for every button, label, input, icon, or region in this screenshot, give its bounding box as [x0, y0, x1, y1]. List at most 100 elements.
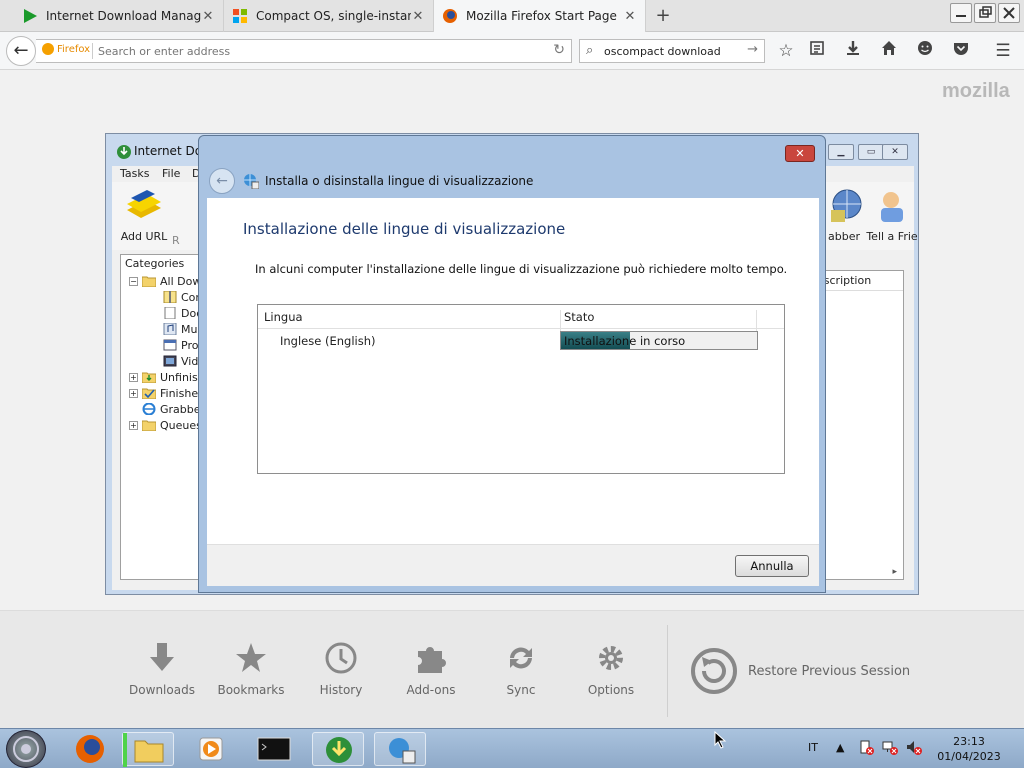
- clock-date: 01/04/2023: [937, 750, 1001, 763]
- reload-icon[interactable]: ↻: [553, 42, 565, 58]
- restore-session-icon: [691, 648, 737, 694]
- tell-a-friend-button[interactable]: Tell a Frie: [864, 186, 920, 243]
- hamburger-menu-icon[interactable]: ☰: [992, 40, 1014, 62]
- firefox-icon: [443, 9, 457, 23]
- launcher-options[interactable]: Options: [571, 641, 651, 697]
- bookmarks-list-icon[interactable]: [806, 40, 828, 62]
- tab-idm[interactable]: Internet Download Manage... ✕: [14, 0, 224, 32]
- tree-label: Finishe: [160, 386, 199, 400]
- restore-icon: [979, 6, 992, 18]
- ie-icon: [142, 403, 156, 415]
- tree-item-grabber[interactable]: Grabbe: [142, 401, 201, 417]
- bookmark-star-icon[interactable]: ☆: [775, 40, 797, 62]
- launcher-label: History: [319, 683, 363, 697]
- media-player-icon: [199, 737, 223, 761]
- restore-session-button[interactable]: Restore Previous Session: [690, 647, 910, 695]
- identity-box[interactable]: Firefox: [42, 43, 90, 55]
- taskbar-idm[interactable]: [312, 732, 364, 766]
- arrow-right-icon[interactable]: →: [747, 42, 758, 57]
- smiley-icon[interactable]: [914, 40, 936, 62]
- back-button[interactable]: ←: [6, 36, 36, 66]
- firefox-identity-icon: [42, 43, 54, 55]
- search-icon: ⌕: [586, 43, 594, 58]
- tab-firefox-start[interactable]: Mozilla Firefox Start Page ✕: [434, 0, 646, 32]
- action-center-icon[interactable]: [858, 739, 874, 758]
- search-bar[interactable]: ⌕ →: [579, 39, 765, 63]
- start-button[interactable]: [6, 730, 46, 768]
- pocket-icon[interactable]: [950, 40, 972, 62]
- downloads-icon[interactable]: [842, 40, 864, 62]
- column-header-stato[interactable]: Stato: [564, 310, 594, 324]
- grabber-icon: [831, 189, 862, 222]
- dialog-footer: Annulla: [207, 544, 819, 586]
- dialog-close-button[interactable]: ✕: [785, 145, 815, 162]
- input-language[interactable]: IT: [808, 741, 818, 754]
- idm-maximize-button[interactable]: ▭: [858, 144, 884, 160]
- menu-file[interactable]: File: [162, 167, 180, 180]
- collapse-icon[interactable]: −: [129, 276, 138, 286]
- add-url-button[interactable]: Add URL: [116, 186, 172, 243]
- expand-icon[interactable]: +: [129, 420, 138, 430]
- tree-item-unfinished[interactable]: + Unfinish: [129, 369, 205, 385]
- puzzle-icon: [418, 647, 446, 673]
- dialog-heading: Installazione delle lingue di visualizza…: [243, 220, 566, 238]
- launcher-bookmarks[interactable]: Bookmarks: [211, 641, 291, 697]
- url-bar[interactable]: Firefox ↻: [36, 39, 572, 63]
- close-tab-icon[interactable]: ✕: [411, 9, 425, 24]
- start-page-launcher: Downloads Bookmarks History Add-ons Sync…: [0, 610, 1024, 728]
- tab-compact-os[interactable]: Compact OS, single-instanc... ✕: [224, 0, 434, 32]
- close-icon: ✕: [795, 147, 805, 160]
- minimize-button[interactable]: [950, 3, 972, 23]
- windows-logo-icon: [233, 9, 247, 23]
- expand-icon[interactable]: +: [129, 388, 138, 398]
- cancel-button[interactable]: Annulla: [735, 555, 809, 577]
- system-clock[interactable]: 23:13 01/04/2023: [934, 734, 1004, 764]
- search-input[interactable]: [604, 42, 744, 60]
- launcher-label: Sync: [506, 683, 536, 697]
- tree-item-queues[interactable]: + Queues: [129, 417, 202, 433]
- launcher-sync[interactable]: Sync: [481, 641, 561, 697]
- show-hidden-icons-icon[interactable]: ▲: [836, 741, 844, 754]
- menu-tasks[interactable]: Tasks: [120, 167, 149, 180]
- idm-globe-icon: [326, 737, 352, 763]
- taskbar-firefox[interactable]: [64, 732, 116, 766]
- column-header-lingua[interactable]: Lingua: [264, 310, 303, 324]
- idm-app-icon: [117, 145, 131, 159]
- tree-item-compressed[interactable]: Cor: [163, 289, 200, 305]
- launcher-addons[interactable]: Add-ons: [391, 641, 471, 697]
- close-tab-icon[interactable]: ✕: [623, 9, 637, 24]
- taskbar-cmd[interactable]: [248, 732, 300, 766]
- taskbar-explorer[interactable]: [122, 732, 174, 767]
- launcher-label: Add-ons: [406, 683, 456, 697]
- new-tab-button[interactable]: +: [652, 5, 674, 27]
- toolbar-r-text: R: [172, 234, 180, 247]
- music-icon: [163, 323, 177, 335]
- taskbar-media-player[interactable]: [184, 732, 236, 766]
- address-input[interactable]: [98, 42, 528, 60]
- tree-item-video[interactable]: Vid: [163, 353, 198, 369]
- home-icon[interactable]: [878, 40, 900, 62]
- language-list: Lingua Stato Inglese (English) Installaz…: [257, 304, 785, 474]
- table-row[interactable]: Inglese (English) Installazione in corso: [258, 331, 784, 351]
- volume-muted-icon[interactable]: [906, 739, 922, 758]
- tree-label: Vid: [181, 354, 199, 368]
- launcher-label: Options: [587, 683, 635, 697]
- description-column-header[interactable]: escription: [813, 271, 903, 291]
- dialog-back-button[interactable]: ←: [209, 168, 235, 194]
- idm-minimize-button[interactable]: ▁: [828, 144, 854, 160]
- launcher-downloads[interactable]: Downloads: [122, 641, 202, 697]
- network-icon[interactable]: [882, 739, 898, 758]
- tree-item-documents[interactable]: Doc: [163, 305, 202, 321]
- scroll-right-icon[interactable]: ▸: [892, 567, 897, 577]
- taskbar-language-dialog[interactable]: [374, 732, 426, 766]
- tree-item-all-downloads[interactable]: − All Dow: [129, 273, 201, 289]
- close-tab-icon[interactable]: ✕: [201, 9, 215, 24]
- launcher-history[interactable]: History: [301, 641, 381, 697]
- idm-close-button[interactable]: ✕: [882, 144, 908, 160]
- restore-button[interactable]: [974, 3, 996, 23]
- expand-icon[interactable]: +: [129, 372, 138, 382]
- unfinished-folder-icon: [142, 372, 156, 383]
- tree-item-programs[interactable]: Pro: [163, 337, 198, 353]
- close-window-button[interactable]: [998, 3, 1020, 23]
- tree-item-finished[interactable]: + Finishe: [129, 385, 198, 401]
